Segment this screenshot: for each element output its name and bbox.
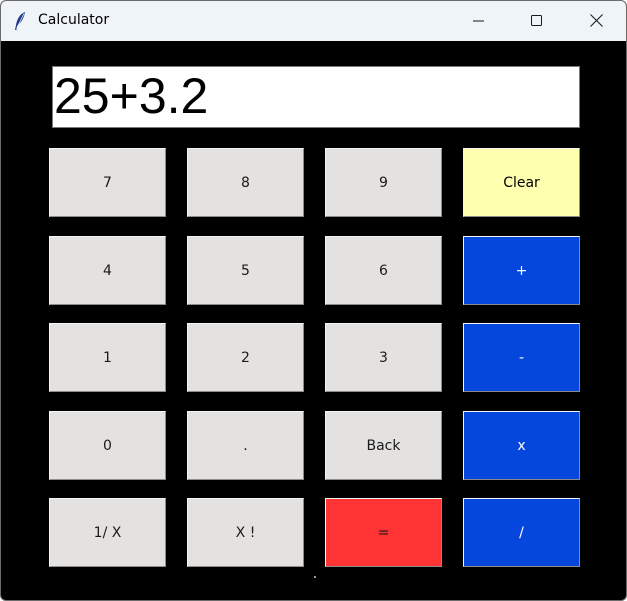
eight-button[interactable]: 8 [187, 148, 304, 217]
minus-button[interactable]: - [463, 323, 580, 392]
equals-button[interactable]: = [325, 498, 442, 567]
calculator-window: Calculator 25+3.2 7 8 9 Clear 4 5 6 + 1 … [0, 0, 627, 601]
plus-button[interactable]: + [463, 236, 580, 305]
back-button[interactable]: Back [325, 411, 442, 480]
reciprocal-button[interactable]: 1/ X [49, 498, 166, 567]
four-button[interactable]: 4 [49, 236, 166, 305]
six-button[interactable]: 6 [325, 236, 442, 305]
clear-button[interactable]: Clear [463, 148, 580, 217]
minimize-icon [473, 12, 485, 31]
factorial-button[interactable]: X ! [187, 498, 304, 567]
close-button[interactable] [573, 1, 619, 41]
nine-button[interactable]: 9 [325, 148, 442, 217]
zero-button[interactable]: 0 [49, 411, 166, 480]
display-field[interactable]: 25+3.2 [52, 66, 580, 128]
title-bar[interactable]: Calculator [1, 1, 626, 41]
feather-icon [13, 11, 27, 31]
two-button[interactable]: 2 [187, 323, 304, 392]
minimize-button[interactable] [456, 1, 502, 41]
decimal-button[interactable]: . [187, 411, 304, 480]
close-icon [589, 12, 603, 31]
divide-button[interactable]: / [463, 498, 580, 567]
maximize-icon [531, 12, 543, 31]
three-button[interactable]: 3 [325, 323, 442, 392]
window-title: Calculator [38, 12, 110, 28]
seven-button[interactable]: 7 [49, 148, 166, 217]
maximize-button[interactable] [514, 1, 560, 41]
status-dot [314, 576, 316, 578]
one-button[interactable]: 1 [49, 323, 166, 392]
multiply-button[interactable]: x [463, 411, 580, 480]
five-button[interactable]: 5 [187, 236, 304, 305]
